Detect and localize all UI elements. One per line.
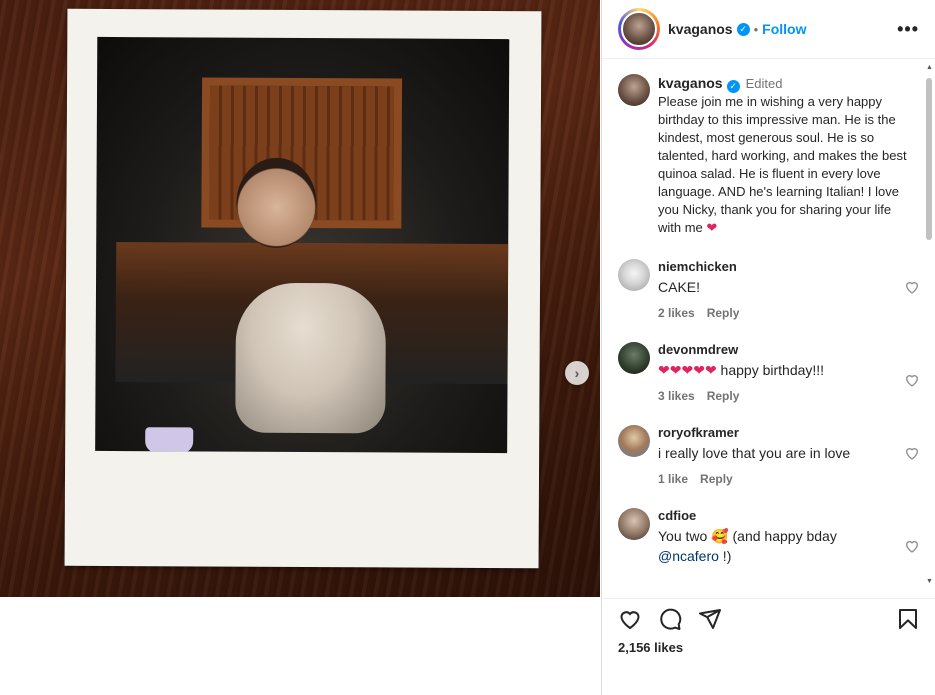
heart-icon[interactable]	[904, 538, 920, 554]
avatar[interactable]	[618, 425, 650, 457]
comment-username[interactable]: niemchicken	[658, 259, 890, 274]
photo-person	[235, 282, 387, 434]
comments-list[interactable]: kvaganos ✓ Edited Please join me in wishin…	[602, 60, 924, 587]
polaroid-frame	[64, 8, 542, 569]
comment-text: ❤❤❤❤❤ happy birthday!!!	[658, 362, 825, 378]
scrollbar-thumb[interactable]	[926, 78, 932, 240]
bookmark-icon[interactable]	[896, 607, 920, 631]
comment-item: roryofkramer i really love that you are …	[618, 425, 924, 486]
verified-badge-icon: ✓	[726, 79, 740, 93]
comment-text: CAKE!	[658, 279, 701, 295]
comment-username[interactable]: devonmdrew	[658, 342, 890, 357]
avatar[interactable]	[618, 259, 650, 291]
comment-icon[interactable]	[658, 607, 682, 631]
avatar[interactable]	[618, 508, 650, 540]
caption-username[interactable]: kvaganos	[658, 75, 723, 91]
post-media[interactable]: ›	[0, 0, 600, 597]
verified-badge-icon: ✓	[736, 22, 750, 36]
avatar[interactable]	[618, 342, 650, 374]
comment-item: devonmdrew ❤❤❤❤❤ happy birthday!!! 3 lik…	[618, 342, 924, 403]
post-header: kvaganos ✓ • Follow •••	[602, 0, 935, 59]
scroll-up-icon[interactable]: ▲	[926, 64, 933, 71]
comment-text-suffix: !)	[718, 548, 732, 564]
caption-text: Please join me in wishing a very happy b…	[658, 94, 907, 235]
separator-dot: •	[753, 21, 759, 37]
likes-count[interactable]: 2,156 likes	[618, 640, 683, 655]
edited-label: Edited	[745, 76, 783, 91]
post-photo	[95, 36, 510, 454]
post-actions: 2,156 likes	[602, 598, 935, 695]
avatar[interactable]	[621, 11, 657, 47]
reply-button[interactable]: Reply	[707, 389, 740, 403]
next-arrow-icon[interactable]: ›	[565, 361, 589, 385]
comment-username[interactable]: cdfioe	[658, 508, 890, 523]
heart-icon[interactable]	[904, 279, 920, 295]
comment-text: You two 🥰 (and happy bday @ncafero !)	[658, 526, 890, 566]
comment-username[interactable]: roryofkramer	[658, 425, 890, 440]
caption: kvaganos ✓ Edited Please join me in wishin…	[618, 74, 924, 237]
reply-button[interactable]: Reply	[707, 306, 740, 320]
red-heart-emoji: ❤	[706, 220, 718, 235]
author-username[interactable]: kvaganos	[668, 21, 733, 37]
comment-item: cdfioe You two 🥰 (and happy bday @ncafer…	[618, 508, 924, 566]
reply-button[interactable]: Reply	[700, 472, 733, 486]
comment-text-prefix: You two 🥰 (and happy bday	[658, 528, 837, 544]
story-ring[interactable]	[618, 8, 660, 50]
heart-icon[interactable]	[618, 607, 642, 631]
comment-likes[interactable]: 1 like	[658, 472, 688, 486]
comment-text: i really love that you are in love	[658, 445, 851, 461]
heart-icon[interactable]	[904, 445, 920, 461]
photo-cup	[145, 427, 194, 454]
more-options-icon[interactable]: •••	[897, 19, 919, 40]
mention-link[interactable]: @ncafero	[658, 548, 719, 564]
comment-likes[interactable]: 3 likes	[658, 389, 695, 403]
share-icon[interactable]	[698, 607, 722, 631]
post-sidebar: kvaganos ✓ • Follow ••• kvaganos ✓ Edited …	[601, 0, 935, 695]
comment-likes[interactable]: 2 likes	[658, 306, 695, 320]
comments-scrollbar[interactable]: ▲ ▼	[923, 60, 935, 587]
follow-button[interactable]: Follow	[762, 21, 806, 37]
avatar[interactable]	[618, 74, 650, 106]
scroll-down-icon[interactable]: ▼	[926, 578, 933, 585]
comment-item: niemchicken CAKE! 2 likes Reply	[618, 259, 924, 320]
photo-person	[236, 157, 317, 249]
heart-icon[interactable]	[904, 372, 920, 388]
